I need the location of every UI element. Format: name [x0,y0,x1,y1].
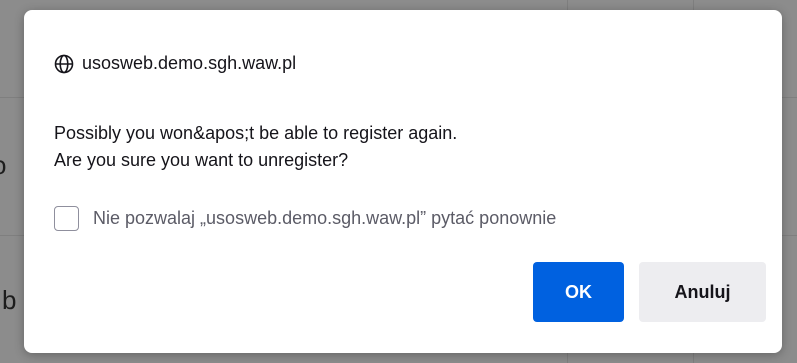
background-text-fragment: o [0,152,6,178]
origin-text: usosweb.demo.sgh.waw.pl [82,53,297,73]
dialog-origin: usosweb.demo.sgh.waw.pl [54,53,296,74]
suppress-prompts-label[interactable]: Nie pozwalaj „usosweb.demo.sgh.waw.pl” p… [93,208,556,229]
message-line-2: Are you sure you want to unregister? [54,150,349,170]
dialog-message: Possibly you won&apos;t be able to regis… [54,120,457,174]
message-line-1: Possibly you won&apos;t be able to regis… [54,123,458,143]
confirm-dialog: usosweb.demo.sgh.waw.pl Possibly you won… [24,10,782,353]
suppress-prompts-checkbox[interactable] [54,206,79,231]
globe-icon [54,54,74,74]
ok-button[interactable]: OK [533,262,624,322]
cancel-button[interactable]: Anuluj [639,262,766,322]
suppress-prompts-row[interactable]: Nie pozwalaj „usosweb.demo.sgh.waw.pl” p… [54,206,556,231]
background-text-fragment: b [2,285,17,315]
